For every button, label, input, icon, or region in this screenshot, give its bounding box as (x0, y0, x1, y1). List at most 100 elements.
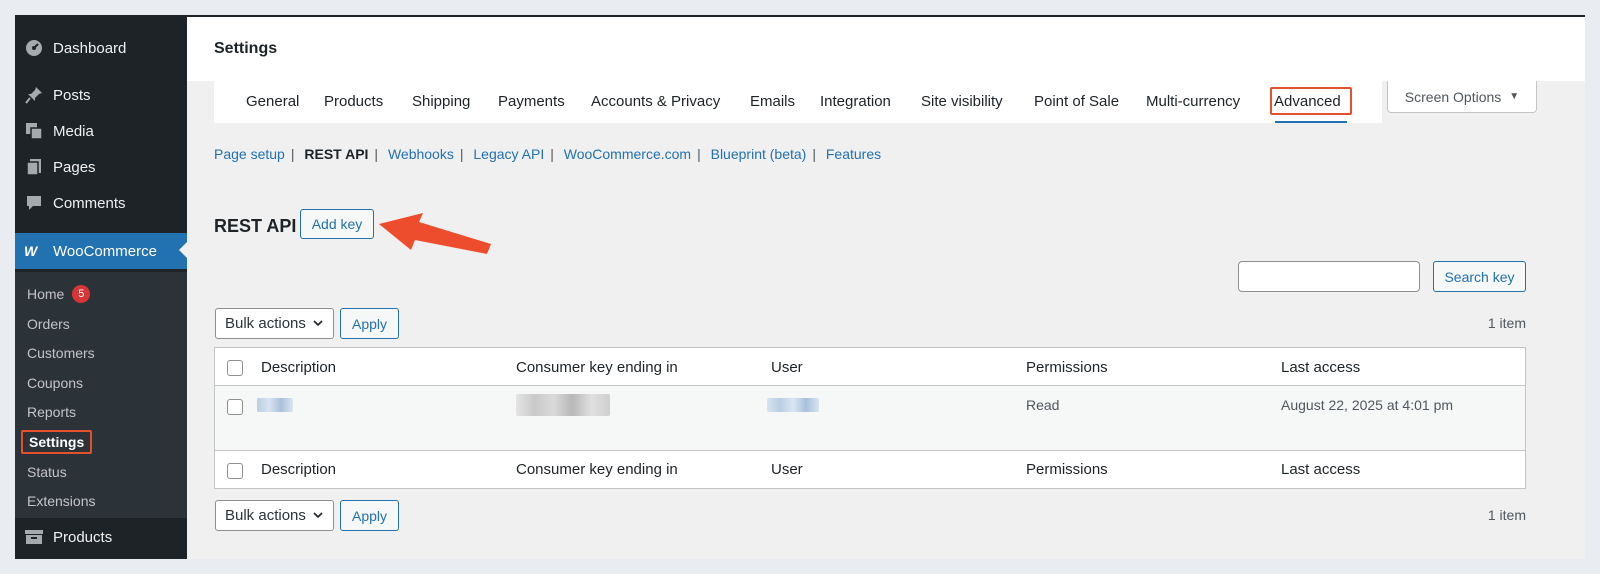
subnav-legacy-api[interactable]: Legacy API (473, 146, 544, 162)
redacted-description-link[interactable] (257, 398, 293, 412)
search-input[interactable] (1238, 261, 1420, 292)
column-consumer-key: Consumer key ending in (516, 461, 678, 478)
sub-label: Coupons (27, 375, 84, 391)
column-consumer-key: Consumer key ending in (516, 359, 678, 376)
settings-tabs: General Products Shipping Payments Accou… (214, 81, 1382, 123)
tab-shipping[interactable]: Shipping (412, 93, 470, 110)
redacted-user-link[interactable] (767, 398, 819, 412)
last-access-value: August 22, 2025 at 4:01 pm (1281, 397, 1454, 413)
menu-label: Media (53, 122, 94, 140)
bulk-actions-value: Bulk actions (225, 315, 306, 332)
apply-button-top[interactable]: Apply (340, 308, 399, 339)
sub-item-reports[interactable]: Reports (27, 399, 76, 425)
annotation-arrow-icon (379, 213, 491, 254)
sub-item-status[interactable]: Status (27, 459, 67, 485)
menu-item-woocommerce[interactable]: W WooCommerce (15, 233, 187, 269)
tab-general[interactable]: General (246, 93, 299, 110)
sub-item-extensions[interactable]: Extensions (27, 488, 95, 514)
sub-label: Settings (21, 430, 93, 454)
menu-item-products[interactable]: Products (15, 520, 187, 554)
separator: | (697, 146, 701, 162)
add-key-button[interactable]: Add key (300, 209, 374, 239)
separator: | (550, 146, 554, 162)
sub-label: Customers (27, 345, 95, 361)
menu-label: WooCommerce (53, 242, 157, 260)
column-description[interactable]: Description (261, 461, 336, 478)
advanced-tab-highlight (1270, 87, 1352, 115)
subnav-features[interactable]: Features (826, 146, 881, 162)
advanced-subnav: Page setup | REST API | Webhooks | Legacy A… (214, 146, 881, 162)
subnav-woocommerce-com[interactable]: WooCommerce.com (564, 146, 691, 162)
menu-item-media[interactable]: Media (15, 114, 187, 148)
column-last-access: Last access (1281, 461, 1361, 478)
menu-item-pages[interactable]: Pages (15, 150, 187, 184)
items-count-bottom: 1 item (1487, 507, 1526, 523)
subnav-webhooks[interactable]: Webhooks (388, 146, 454, 162)
admin-sidebar: Dashboard Posts Media Pages Comments W W… (15, 17, 187, 559)
table-footer-row: Description Consumer key ending in User … (215, 450, 1525, 488)
pin-icon (24, 85, 44, 105)
sub-item-settings[interactable]: Settings (21, 429, 93, 455)
row-checkbox[interactable] (227, 399, 243, 415)
screen-options-label: Screen Options (1404, 88, 1502, 105)
screen-options-button[interactable]: Screen Options ▼ (1387, 81, 1537, 113)
archive-icon (24, 527, 44, 547)
sub-item-customers[interactable]: Customers (27, 340, 95, 366)
separator: | (290, 146, 295, 162)
subnav-rest-api[interactable]: REST API (304, 146, 368, 162)
redacted-consumer-key (516, 394, 610, 416)
menu-label: Pages (53, 158, 96, 176)
woocommerce-submenu: Home 5 Orders Customers Coupons Reports … (15, 272, 187, 518)
sub-item-orders[interactable]: Orders (27, 311, 70, 337)
subnav-page-setup[interactable]: Page setup (214, 146, 285, 162)
admin-frame: Dashboard Posts Media Pages Comments W W… (15, 15, 1585, 559)
sub-label: Extensions (27, 493, 96, 509)
tab-multi-currency[interactable]: Multi-currency (1146, 93, 1240, 110)
menu-label: Comments (53, 194, 126, 212)
separator: | (459, 146, 464, 162)
separator: | (374, 146, 379, 162)
menu-item-dashboard[interactable]: Dashboard (15, 31, 187, 65)
select-all-checkbox-bottom[interactable] (227, 463, 243, 479)
bulk-actions-select-top[interactable]: Bulk actions (215, 308, 334, 339)
comment-icon (24, 193, 44, 213)
sub-item-coupons[interactable]: Coupons (27, 370, 83, 396)
active-tab-underline (1275, 121, 1347, 123)
woocommerce-icon: W (24, 241, 44, 261)
api-keys-table: Description Consumer key ending in User … (214, 347, 1526, 489)
column-permissions: Permissions (1026, 359, 1108, 376)
menu-item-comments[interactable]: Comments (15, 186, 187, 220)
column-description[interactable]: Description (261, 359, 336, 376)
tab-integration[interactable]: Integration (820, 93, 891, 110)
pages-icon (24, 157, 44, 177)
caret-down-icon: ▼ (1509, 91, 1520, 102)
apply-button-bottom[interactable]: Apply (340, 500, 399, 531)
items-count-top: 1 item (1487, 315, 1526, 331)
sub-item-home[interactable]: Home 5 (27, 281, 91, 307)
select-all-checkbox[interactable] (227, 360, 243, 376)
section-title: REST API (214, 216, 297, 236)
sub-label: Orders (27, 316, 70, 332)
tab-products[interactable]: Products (324, 93, 383, 110)
page-header: Settings (187, 17, 1585, 81)
chevron-down-icon (313, 320, 323, 327)
table-row: Read August 22, 2025 at 4:01 pm (215, 386, 1525, 450)
media-icon (24, 121, 44, 141)
bulk-actions-select-bottom[interactable]: Bulk actions (215, 500, 334, 531)
notification-badge: 5 (72, 285, 91, 303)
tab-payments[interactable]: Payments (498, 93, 565, 110)
subnav-blueprint[interactable]: Blueprint (beta) (711, 146, 807, 162)
menu-item-posts[interactable]: Posts (15, 78, 187, 112)
column-user: User (771, 359, 803, 376)
sub-label: Home (27, 286, 65, 302)
table-header-row: Description Consumer key ending in User … (215, 348, 1525, 386)
search-key-button[interactable]: Search key (1433, 261, 1526, 292)
tab-accounts-privacy[interactable]: Accounts & Privacy (591, 93, 720, 110)
sub-label: Status (27, 464, 67, 480)
bulk-actions-value: Bulk actions (225, 507, 306, 524)
tab-site-visibility[interactable]: Site visibility (921, 93, 1003, 110)
tab-emails[interactable]: Emails (750, 93, 795, 110)
menu-label: Posts (53, 86, 91, 104)
column-last-access: Last access (1281, 359, 1361, 376)
tab-point-of-sale[interactable]: Point of Sale (1034, 93, 1119, 110)
